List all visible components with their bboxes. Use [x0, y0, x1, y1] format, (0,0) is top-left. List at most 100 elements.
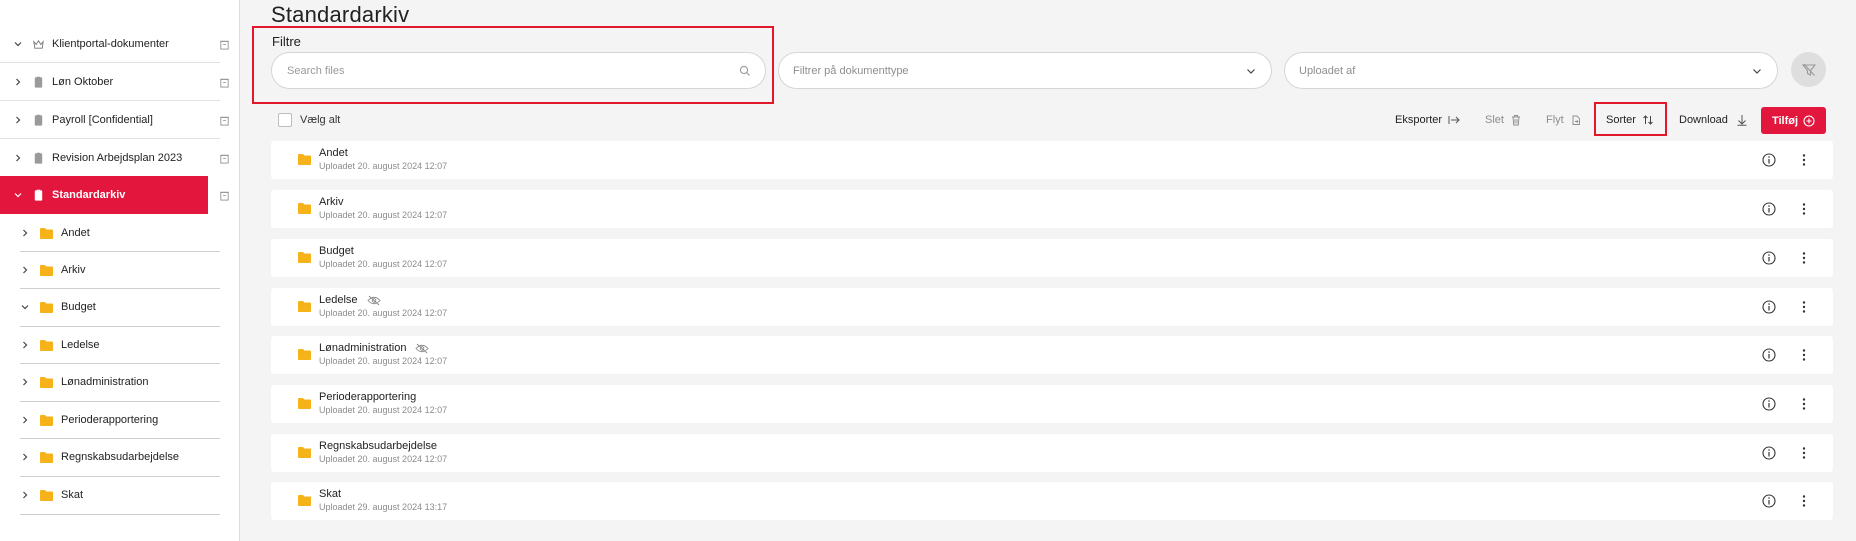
sidebar-subitem-budget[interactable]: Budget [0, 288, 239, 326]
archive-icon[interactable] [218, 38, 230, 50]
sidebar-item-label: Løn Oktober [52, 76, 114, 88]
chevron-down-icon[interactable] [19, 301, 31, 313]
more-vertical-icon[interactable] [1802, 202, 1806, 216]
info-icon[interactable] [1762, 300, 1776, 314]
sidebar-subitem-arkiv[interactable]: Arkiv [0, 251, 239, 289]
crown-icon [32, 38, 45, 51]
file-row[interactable]: Budget Uploadet 20. august 2024 12:07 [271, 239, 1833, 277]
archive-icon[interactable] [218, 76, 230, 88]
search-field[interactable] [271, 52, 766, 89]
chevron-right-icon[interactable] [19, 414, 31, 426]
more-vertical-icon[interactable] [1802, 251, 1806, 265]
folder-icon [40, 376, 53, 388]
file-row[interactable]: Regnskabsudarbejdelse Uploadet 20. augus… [271, 434, 1833, 472]
file-row[interactable]: Ledelse Uploadet 20. august 2024 12:07 [271, 288, 1833, 326]
more-vertical-icon[interactable] [1802, 300, 1806, 314]
folder-icon [298, 301, 311, 312]
sidebar-subitem-lonadministration[interactable]: Lønadministration [0, 363, 239, 401]
sidebar-item-label: Ledelse [61, 339, 100, 351]
sidebar-subitem-regnskabsudarbejdelse[interactable]: Regnskabsudarbejdelse [0, 438, 239, 476]
file-row[interactable]: Arkiv Uploadet 20. august 2024 12:07 [271, 190, 1833, 228]
add-button[interactable]: Tilføj [1761, 107, 1826, 134]
folder-icon [40, 414, 53, 426]
file-name: Andet [319, 147, 348, 159]
sidebar-item-payroll[interactable]: Payroll [Confidential] [0, 101, 239, 139]
select-all[interactable]: Vælg alt [278, 113, 340, 127]
chevron-right-icon[interactable] [19, 376, 31, 388]
sidebar-item-label: Revision Arbejdsplan 2023 [52, 152, 183, 164]
info-icon[interactable] [1762, 494, 1776, 508]
folder-icon [298, 154, 311, 165]
archive-icon[interactable] [218, 189, 230, 201]
sidebar-item-lon-oktober[interactable]: Løn Oktober [0, 63, 239, 101]
folder-icon [298, 349, 311, 360]
chevron-down-icon[interactable] [12, 38, 24, 50]
chevron-right-icon[interactable] [19, 451, 31, 463]
download-icon [1737, 115, 1747, 126]
sidebar-subitem-skat[interactable]: Skat [0, 476, 239, 514]
chevron-right-icon[interactable] [12, 76, 24, 88]
sidebar-item-standardarkiv[interactable]: Standardarkiv [0, 176, 239, 214]
uploader-filter-placeholder: Uploadet af [1299, 64, 1356, 77]
info-icon[interactable] [1762, 153, 1776, 167]
add-label: Tilføj [1771, 114, 1799, 127]
folder-icon [298, 398, 311, 409]
download-button[interactable]: Download [1679, 114, 1748, 126]
more-vertical-icon[interactable] [1802, 348, 1806, 362]
info-icon[interactable] [1762, 446, 1776, 460]
uploader-filter-select[interactable]: Uploadet af [1284, 52, 1778, 89]
doctype-filter-select[interactable]: Filtrer på dokumenttype [778, 52, 1272, 89]
file-row[interactable]: Andet Uploadet 20. august 2024 12:07 [271, 141, 1833, 179]
sidebar-item-klientportal[interactable]: Klientportal-dokumenter [0, 25, 239, 63]
info-icon[interactable] [1762, 348, 1776, 362]
more-vertical-icon[interactable] [1802, 446, 1806, 460]
file-row[interactable]: Lønadministration Uploadet 20. august 20… [271, 336, 1833, 374]
folder-icon [40, 339, 53, 351]
export-icon [1448, 116, 1460, 124]
more-vertical-icon[interactable] [1802, 397, 1806, 411]
file-row[interactable]: Perioderapportering Uploadet 20. august … [271, 385, 1833, 423]
sidebar: Klientportal-dokumenter Løn Oktober Payr… [0, 0, 240, 541]
chevron-down-icon[interactable] [12, 189, 24, 201]
sort-button[interactable]: Sorter [1606, 114, 1654, 126]
sidebar-subitem-ledelse[interactable]: Ledelse [0, 326, 239, 364]
folder-icon [40, 227, 53, 239]
more-vertical-icon[interactable] [1802, 153, 1806, 167]
chevron-right-icon[interactable] [19, 227, 31, 239]
sidebar-subitem-andet[interactable]: Andet [0, 214, 239, 252]
more-vertical-icon[interactable] [1802, 494, 1806, 508]
chevron-right-icon[interactable] [12, 114, 24, 126]
info-icon[interactable] [1762, 397, 1776, 411]
archive-icon[interactable] [218, 152, 230, 164]
export-button[interactable]: Eksporter [1395, 114, 1460, 126]
sidebar-item-revision[interactable]: Revision Arbejdsplan 2023 [0, 139, 239, 177]
info-icon[interactable] [1762, 202, 1776, 216]
chevron-right-icon[interactable] [19, 339, 31, 351]
delete-button[interactable]: Slet [1485, 114, 1522, 126]
document-icon [32, 189, 45, 202]
move-button[interactable]: Flyt [1546, 114, 1582, 126]
archive-icon[interactable] [218, 114, 230, 126]
select-all-checkbox[interactable] [278, 113, 292, 127]
page-title: Standardarkiv [271, 2, 410, 27]
file-row[interactable]: Skat Uploadet 29. august 2024 13:17 [271, 482, 1833, 520]
document-icon [32, 76, 45, 89]
folder-icon [40, 451, 53, 463]
move-label: Flyt [1546, 114, 1564, 126]
chevron-down-icon [1247, 69, 1255, 74]
sidebar-item-label: Lønadministration [61, 376, 149, 388]
file-name: Perioderapportering [319, 391, 417, 403]
chevron-right-icon[interactable] [19, 264, 31, 276]
search-input[interactable] [272, 64, 765, 77]
folder-icon [40, 489, 53, 501]
file-upload-date: Uploadet 20. august 2024 12:07 [319, 259, 448, 269]
document-icon [32, 114, 45, 127]
chevron-right-icon[interactable] [19, 489, 31, 501]
folder-icon [298, 447, 311, 458]
file-upload-date: Uploadet 20. august 2024 12:07 [319, 405, 448, 415]
chevron-right-icon[interactable] [12, 152, 24, 164]
info-icon[interactable] [1762, 251, 1776, 265]
clear-filter-button[interactable] [1791, 52, 1826, 87]
file-upload-date: Uploadet 20. august 2024 12:07 [319, 308, 448, 318]
sidebar-subitem-perioderapportering[interactable]: Perioderapportering [0, 401, 239, 439]
